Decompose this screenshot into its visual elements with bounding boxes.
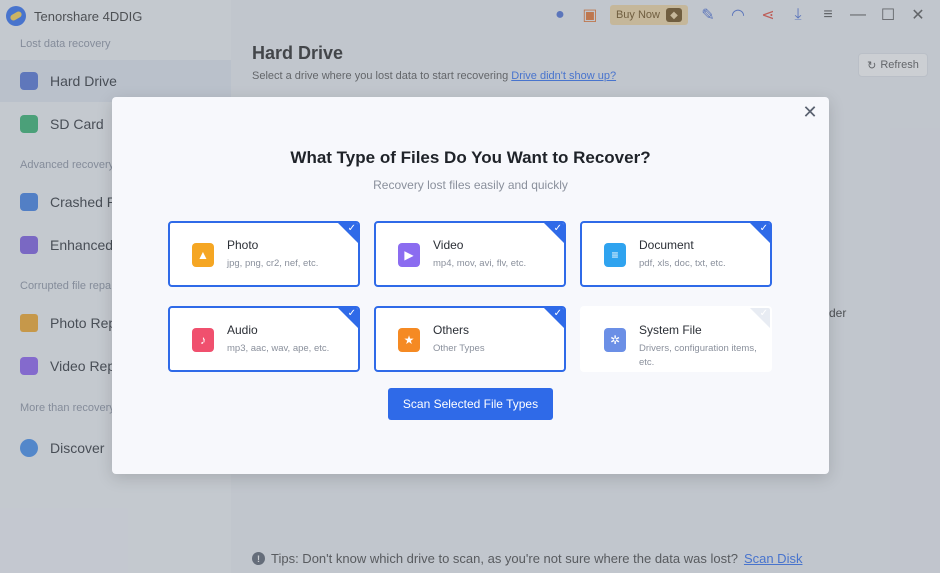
file-type-document[interactable]: ✓ ≡ Document pdf, xls, doc, txt, etc. — [580, 221, 772, 287]
file-type-desc: mp3, aac, wav, ape, etc. — [227, 343, 330, 354]
file-type-desc: Other Types — [433, 343, 485, 354]
check-icon: ✓ — [759, 223, 768, 234]
file-type-name: Video — [433, 238, 464, 252]
close-icon[interactable]: ✕ — [800, 102, 820, 122]
check-icon: ✓ — [553, 308, 562, 319]
scan-selected-button[interactable]: Scan Selected File Types — [388, 388, 553, 420]
file-type-video[interactable]: ✓ ▶ Video mp4, mov, avi, flv, etc. — [374, 221, 566, 287]
dialog-subtitle: Recovery lost files easily and quickly — [373, 178, 568, 192]
file-type-desc: Drivers, configuration items, etc. — [639, 343, 757, 368]
file-type-others[interactable]: ✓ ★ Others Other Types — [374, 306, 566, 372]
file-type-name: Audio — [227, 323, 258, 337]
file-type-name: System File — [639, 323, 702, 337]
file-type-audio[interactable]: ✓ ♪ Audio mp3, aac, wav, ape, etc. — [168, 306, 360, 372]
photo-icon: ▲ — [192, 243, 214, 267]
check-icon: ✓ — [347, 223, 356, 234]
check-icon: ✓ — [759, 308, 768, 319]
file-type-desc: jpg, png, cr2, nef, etc. — [227, 258, 319, 269]
others-icon: ★ — [398, 328, 420, 352]
check-icon: ✓ — [347, 308, 356, 319]
file-type-photo[interactable]: ✓ ▲ Photo jpg, png, cr2, nef, etc. — [168, 221, 360, 287]
gear-icon: ✲ — [604, 328, 626, 352]
file-type-desc: mp4, mov, avi, flv, etc. — [433, 258, 527, 269]
document-icon: ≡ — [604, 243, 626, 267]
file-type-name: Photo — [227, 238, 259, 252]
check-icon: ✓ — [553, 223, 562, 234]
file-type-name: Others — [433, 323, 470, 337]
audio-icon: ♪ — [192, 328, 214, 352]
dialog-title: What Type of Files Do You Want to Recove… — [290, 148, 651, 167]
file-type-system-file[interactable]: ✓ ✲ System File Drivers, configuration i… — [580, 306, 772, 372]
file-type-dialog: ✕ What Type of Files Do You Want to Reco… — [112, 97, 829, 474]
file-type-name: Document — [639, 238, 694, 252]
file-type-desc: pdf, xls, doc, txt, etc. — [639, 258, 726, 269]
video-icon: ▶ — [398, 243, 420, 267]
